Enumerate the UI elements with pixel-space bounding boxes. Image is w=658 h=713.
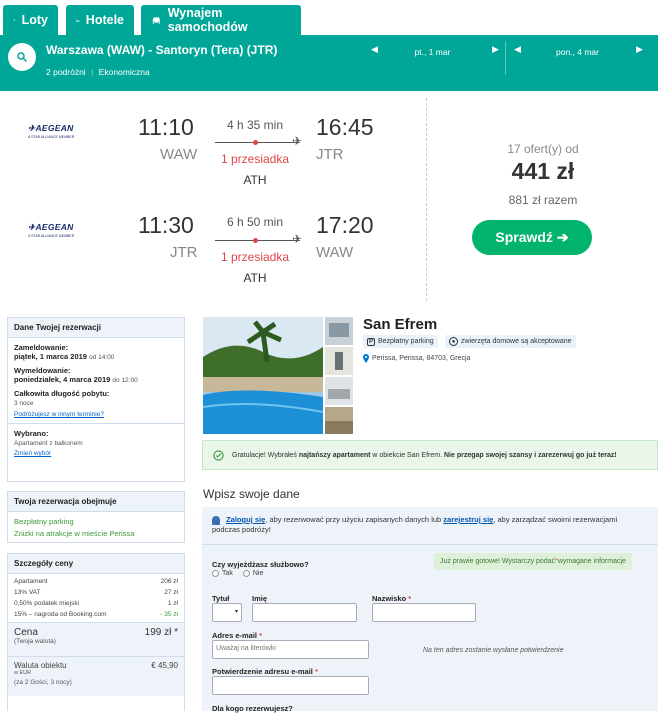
hotel-name[interactable]: San Efrem	[363, 316, 437, 333]
check-button[interactable]: Sprawdź ➔	[472, 220, 592, 255]
tab-car-rental[interactable]: Wynajem samochodów	[141, 5, 301, 35]
required-info-hint: Już prawie gotowe! Wystarczy podać * wym…	[434, 553, 632, 570]
chevron-down-icon: ▾	[234, 609, 238, 615]
user-icon	[212, 515, 220, 525]
business-no-radio[interactable]: Nie	[242, 570, 263, 577]
local-price: € 45,90	[151, 661, 178, 670]
stop-airport: ATH	[243, 173, 267, 187]
change-selection-link[interactable]: Zmień wybór	[14, 450, 178, 457]
aegean-logo: ✈AEGEAN A STAR ALLIANCE MEMBER	[28, 222, 75, 238]
cabin-text: Ekonomiczna	[98, 67, 150, 77]
price-box: Szczegóły ceny Apartament 206 zł 13% VAT 2…	[7, 553, 185, 711]
hotel-thumb[interactable]	[325, 347, 353, 375]
search-bar: Warszawa (WAW) - Santoryn (Tera) (JTR) 2…	[0, 35, 658, 91]
depart-date[interactable]: pt., 1 mar	[395, 47, 470, 57]
pets-tag: ● zwierzęta domowe są akceptowane	[445, 335, 576, 348]
include-item: Zniżki na atrakcje w mieście Perissa	[14, 529, 135, 538]
offer-total: 881 zł razem	[508, 193, 578, 207]
price-row: 0,50% podatek miejski 1 zł	[14, 600, 178, 607]
parking-icon: P	[367, 337, 375, 346]
offers-count: 17 ofert(y) od	[507, 142, 579, 156]
parking-tag: P Bezpłatny parking	[363, 335, 438, 348]
price-label: Cena	[14, 627, 38, 638]
price-row: Apartament 206 zł	[14, 578, 178, 585]
email-input[interactable]: Uważaj na literówki	[212, 640, 369, 659]
hotel-main-photo[interactable]	[203, 317, 323, 434]
plane-icon: ✈	[292, 232, 303, 246]
guest-form: Zaloguj się, aby rezerwować przy użyciu …	[202, 507, 658, 713]
stop-dot	[253, 238, 258, 243]
hotel-address: Perissa, Perissa, 84703, Grecja	[363, 354, 470, 363]
departure-code: JTR	[170, 244, 198, 261]
arrival-code: JTR	[316, 146, 344, 163]
includes-box: Twoja rezerwacja obejmuje Bezpłatny park…	[7, 491, 185, 543]
divider	[426, 98, 427, 301]
location-pin-icon	[363, 354, 369, 363]
travelers-text: 2 podróżni	[46, 67, 86, 77]
bed-icon	[76, 18, 80, 22]
login-link[interactable]: Zaloguj się	[226, 515, 265, 524]
check-circle-icon	[213, 449, 224, 461]
include-item: Bezpłatny parking	[14, 517, 74, 526]
prev-return-arrow[interactable]: ◀	[514, 44, 521, 55]
hotel-thumb[interactable]	[325, 317, 353, 345]
aegean-logo: ✈AEGEAN A STAR ALLIANCE MEMBER	[28, 123, 75, 139]
price-value: 199 zł *	[144, 627, 178, 638]
route-text[interactable]: Warszawa (WAW) - Santoryn (Tera) (JTR)	[46, 43, 277, 57]
congrats-banner: Gratulacje! Wybrałeś najtańszy apartamen…	[202, 440, 658, 470]
search-button[interactable]	[8, 43, 36, 71]
last-name-input[interactable]	[372, 603, 476, 622]
tab-flights[interactable]: Loty	[3, 5, 58, 35]
email-note: Na ten adres zostanie wysłane potwierdze…	[423, 647, 564, 654]
stops-count[interactable]: 1 przesiadka	[210, 152, 300, 166]
tab-hotels[interactable]: Hotele	[66, 5, 134, 35]
form-title: Wpisz swoje dane	[203, 487, 300, 501]
plane-icon: ✈	[292, 134, 303, 148]
business-yes-radio[interactable]: Tak	[212, 570, 233, 577]
confirm-email-input[interactable]	[212, 676, 369, 695]
car-icon	[152, 16, 160, 24]
return-date[interactable]: pon., 4 mar	[540, 47, 615, 57]
register-link[interactable]: zarejestruj się	[443, 515, 493, 524]
for-whom-label: Dla kogo rezerwujesz?	[212, 704, 293, 713]
search-icon	[17, 52, 28, 63]
departure-time: 11:30	[138, 212, 194, 238]
reservation-box: Dane Twojej rezerwacji Zameldowanie: pią…	[7, 317, 185, 482]
next-return-arrow[interactable]: ▶	[636, 44, 643, 55]
paw-icon: ●	[449, 337, 458, 346]
offer-price: 441 zł	[511, 158, 575, 184]
arrival-time: 16:45	[316, 114, 374, 140]
stops-count[interactable]: 1 przesiadka	[210, 250, 300, 264]
flight-duration: 6 h 50 min	[226, 215, 284, 229]
first-name-input[interactable]	[252, 603, 357, 622]
hotel-thumb[interactable]	[325, 377, 353, 405]
arrival-code: WAW	[316, 244, 354, 261]
reservation-header: Dane Twojej rezerwacji	[8, 318, 184, 338]
departure-time: 11:10	[138, 114, 194, 140]
other-dates-link[interactable]: Podróżujesz w innym terminie?	[14, 411, 178, 418]
login-prompt: Zaloguj się, aby rezerwować przy użyciu …	[212, 515, 618, 534]
plane-icon	[13, 18, 16, 22]
business-question: Czy wyjeżdżasz służbowo?	[212, 560, 309, 569]
arrival-time: 17:20	[316, 212, 374, 238]
prev-depart-arrow[interactable]: ◀	[371, 44, 378, 55]
stop-dot	[253, 140, 258, 145]
next-depart-arrow[interactable]: ▶	[492, 44, 499, 55]
price-row: 13% VAT 27 zł	[14, 589, 178, 596]
title-select[interactable]: ▾	[212, 603, 242, 622]
stop-airport: ATH	[243, 271, 267, 285]
hotel-thumb[interactable]	[325, 407, 353, 434]
price-row: 15% – nagroda od Booking.com - 35 zł	[14, 611, 178, 618]
flight-duration: 4 h 35 min	[226, 118, 284, 132]
departure-code: WAW	[160, 146, 198, 163]
